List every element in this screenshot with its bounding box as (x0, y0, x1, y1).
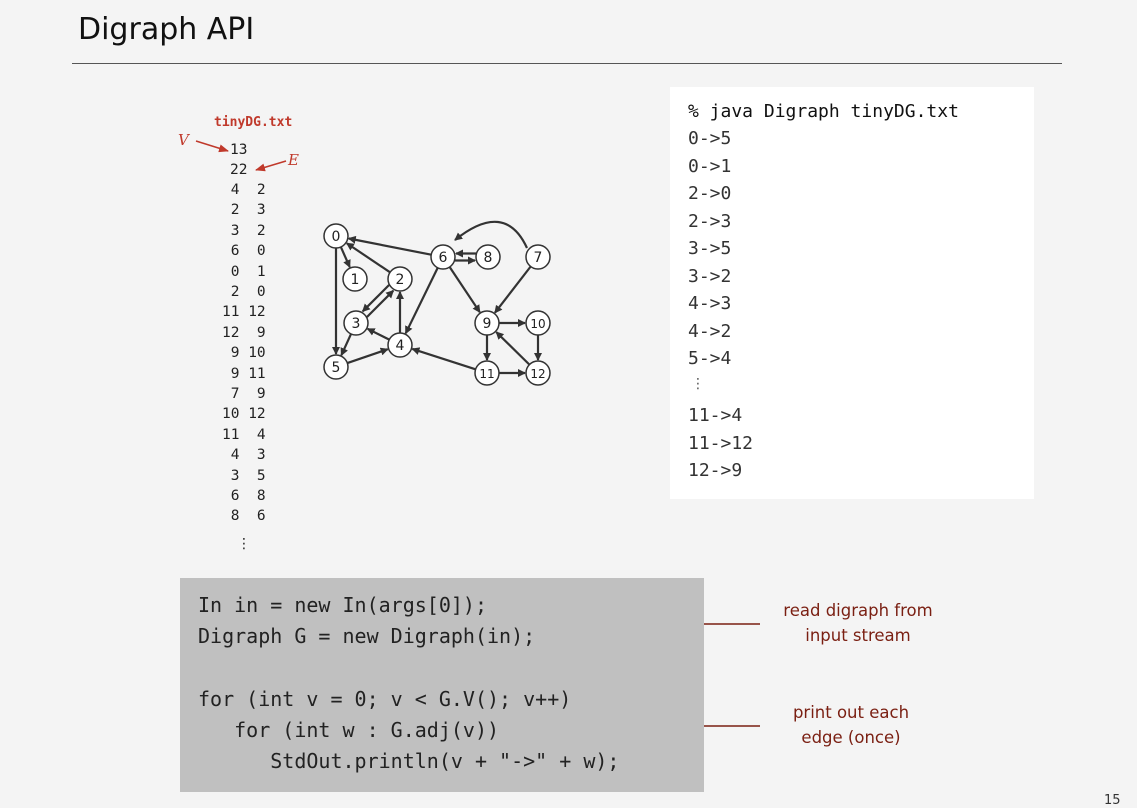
graph-node-label: 9 (483, 316, 492, 332)
code-line: In in = new In(args[0]); (198, 593, 487, 617)
graph-node-label: 1 (351, 272, 360, 288)
graph-node-label: 10 (530, 317, 545, 331)
output-line: 11->12 (688, 432, 754, 454)
graph-edge-11-4 (411, 347, 476, 371)
output-line: 0->1 (688, 155, 732, 177)
graph-node-label: 3 (352, 316, 361, 332)
graph-node-label: 8 (484, 250, 493, 266)
graph-node-label: 6 (439, 250, 448, 266)
code-line: StdOut.println(v + "->" + w); (198, 749, 620, 773)
graph-edge-3-5 (340, 333, 353, 357)
e-pointer-arrow (255, 160, 287, 172)
read-note-line-1: read digraph from (783, 601, 933, 620)
output-line: 5->4 (688, 348, 732, 369)
code-line: for (int w : G.adj(v)) (198, 718, 500, 742)
page-number: 15 (1104, 793, 1121, 808)
output-ellipsis: ⋮ (691, 376, 705, 392)
graph-node-label: 7 (534, 250, 543, 266)
graph-edge-7-6 (454, 220, 528, 249)
read-note-line-2: input stream (805, 626, 911, 645)
print-note-line-2: edge (once) (801, 728, 901, 747)
graph-node-label: 4 (396, 338, 405, 354)
graph-edge-0-1 (339, 246, 351, 269)
graph-nodes: 01 23456 789 1011 12 (323, 223, 551, 386)
code-line: Digraph G = new Digraph(in); (198, 624, 536, 648)
graph-node-label: 11 (479, 367, 494, 381)
graph-edge-4-3 (366, 327, 390, 341)
output-line: 4->2 (688, 320, 732, 342)
print-note-line-1: print out each (792, 703, 910, 722)
output-line: 2->3 (688, 210, 732, 232)
output-line: 12->9 (688, 460, 743, 481)
code-line: for (int v = 0; v < G.V(); v++) (198, 687, 572, 711)
v-pointer-arrow (195, 140, 229, 153)
graph-node-label: 12 (530, 367, 545, 381)
graph-edge-6-9 (448, 266, 481, 314)
graph-node-label: 0 (332, 229, 341, 245)
print-note: print out each edge (once) (751, 700, 951, 750)
graph-edge-7-9 (494, 265, 532, 314)
output-line: 2->0 (688, 183, 732, 204)
output-line: 0->5 (688, 128, 732, 149)
graph-node-label: 2 (396, 272, 405, 288)
output-line: 3->5 (688, 238, 732, 259)
output-line: 4->3 (688, 293, 732, 314)
output-command: % java Digraph tinyDG.txt (688, 101, 959, 122)
output-line: 3->2 (688, 265, 732, 287)
graph-node-label: 5 (332, 360, 341, 376)
output-line: 11->4 (688, 405, 743, 426)
graph-edge-5-4 (346, 347, 389, 365)
read-note: read digraph from input stream (758, 598, 958, 648)
graph-edge-12-9 (495, 331, 531, 366)
